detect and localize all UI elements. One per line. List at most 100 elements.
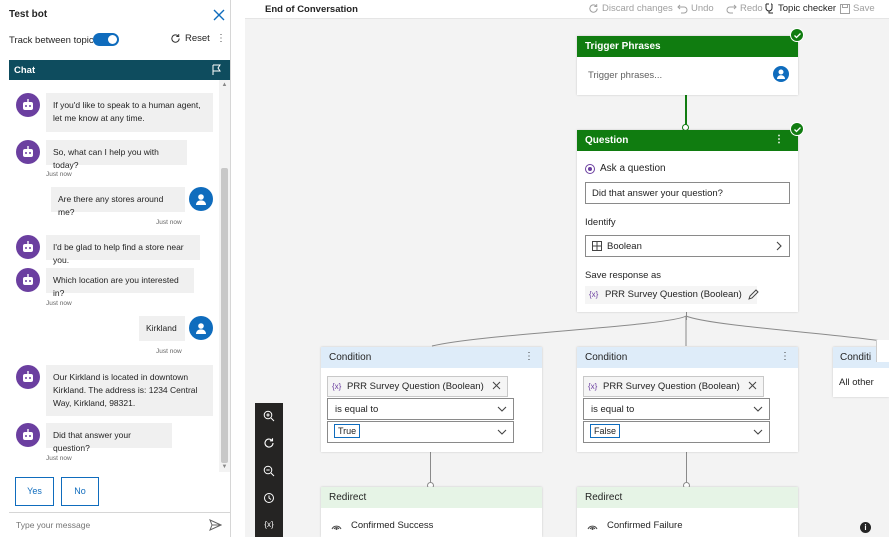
- user-icon: [773, 66, 789, 82]
- redo-icon: [726, 4, 737, 14]
- remove-icon[interactable]: [748, 381, 757, 390]
- chat-label: Chat: [14, 65, 36, 76]
- flag-icon[interactable]: [211, 64, 222, 76]
- variable-icon: {x}: [588, 382, 598, 391]
- bot-avatar-icon: [16, 423, 40, 447]
- chevron-down-icon: [497, 406, 507, 412]
- condition-node-header: Condition ⋮: [577, 347, 798, 368]
- history-icon[interactable]: [263, 492, 275, 504]
- chevron-down-icon: [497, 429, 507, 435]
- undo-button[interactable]: Undo: [677, 3, 714, 14]
- condition-node-true[interactable]: Condition ⋮ {x} PRR Survey Question (Bool…: [321, 347, 542, 452]
- edit-pencil-icon[interactable]: [747, 289, 759, 301]
- bot-avatar-icon: [16, 268, 40, 292]
- scroll-up-arrow[interactable]: ▲: [221, 82, 228, 88]
- trigger-phrases-placeholder[interactable]: Trigger phrases...: [588, 70, 662, 81]
- chevron-down-icon: [753, 406, 763, 412]
- chat-message: Kirkland: [139, 316, 185, 341]
- value-select[interactable]: True: [327, 421, 514, 443]
- question-node[interactable]: Question ⋮ Ask a question Did that answer…: [577, 130, 798, 312]
- page-title: End of Conversation: [265, 4, 358, 15]
- question-prompt-field[interactable]: Did that answer your question?: [585, 182, 790, 204]
- chat-message: If you'd like to speak to a human agent,…: [46, 93, 213, 132]
- track-topics-toggle[interactable]: [93, 33, 119, 46]
- redirect-icon: [330, 519, 343, 531]
- operator-select[interactable]: is equal to: [583, 398, 770, 420]
- redirect-node-success[interactable]: Redirect Confirmed Success: [321, 487, 542, 537]
- user-avatar-icon: [189, 187, 213, 211]
- topic-checker-button[interactable]: Topic checker: [765, 3, 836, 14]
- chat-message: So, what can I help you with today?: [46, 140, 187, 170]
- valid-check-icon: [790, 122, 804, 136]
- message-timestamp: Just now: [46, 171, 72, 178]
- valid-check-icon: [790, 28, 804, 42]
- operator-select[interactable]: is equal to: [327, 398, 514, 420]
- save-icon: [840, 3, 850, 14]
- condition-variable-chip[interactable]: {x} PRR Survey Question (Boolean): [583, 376, 764, 397]
- reset-view-icon[interactable]: [263, 437, 275, 449]
- panel-title: Test bot: [9, 9, 48, 20]
- more-options-icon[interactable]: ⋮: [216, 33, 226, 44]
- track-topics-label: Track between topics: [9, 35, 99, 46]
- zoom-out-icon[interactable]: [263, 465, 275, 477]
- discard-icon: [588, 3, 599, 14]
- reset-label: Reset: [185, 33, 210, 44]
- message-input[interactable]: [16, 520, 196, 530]
- bot-avatar-icon: [16, 93, 40, 117]
- canvas-scroll-edge[interactable]: [876, 340, 889, 362]
- more-options-icon[interactable]: ⋮: [780, 351, 790, 362]
- more-options-icon[interactable]: ⋮: [524, 351, 534, 362]
- send-icon[interactable]: [209, 519, 222, 531]
- chevron-right-icon: [776, 241, 782, 251]
- info-icon[interactable]: i: [860, 522, 871, 533]
- variables-icon[interactable]: {x}: [259, 520, 279, 529]
- chat-header: Chat: [9, 60, 230, 80]
- bot-avatar-icon: [16, 235, 40, 259]
- bot-avatar-icon: [16, 140, 40, 164]
- remove-icon[interactable]: [492, 381, 501, 390]
- question-node-header: Question ⋮: [577, 130, 798, 151]
- message-timestamp: Just now: [156, 348, 182, 355]
- reset-button[interactable]: Reset: [170, 33, 210, 44]
- choice-no-button[interactable]: No: [61, 477, 99, 506]
- trigger-node[interactable]: Trigger Phrases Trigger phrases...: [577, 36, 798, 95]
- condition-variable-chip[interactable]: {x} PRR Survey Question (Boolean): [327, 376, 508, 397]
- close-icon[interactable]: [212, 8, 226, 22]
- response-variable-chip[interactable]: {x} PRR Survey Question (Boolean): [585, 286, 757, 304]
- chevron-down-icon: [753, 429, 763, 435]
- refresh-icon: [170, 33, 181, 44]
- variable-icon: {x}: [589, 290, 599, 299]
- redirect-target[interactable]: Confirmed Success: [330, 519, 433, 531]
- ask-question-radio[interactable]: [585, 164, 595, 174]
- redirect-node-header: Redirect: [321, 487, 542, 508]
- trigger-node-header: Trigger Phrases: [577, 36, 798, 57]
- value-select[interactable]: False: [583, 421, 770, 443]
- redirect-node-failure[interactable]: Redirect Confirmed Failure: [577, 487, 798, 537]
- chat-message: I'd be glad to help find a store near yo…: [46, 235, 200, 265]
- message-timestamp: Just now: [46, 455, 72, 462]
- redirect-node-header: Redirect: [577, 487, 798, 508]
- identify-select[interactable]: Boolean: [585, 235, 790, 257]
- ask-question-label: Ask a question: [600, 163, 666, 174]
- grid-icon: [592, 241, 602, 251]
- save-button[interactable]: Save: [840, 3, 875, 14]
- chat-message: Our Kirkland is located in downtown Kirk…: [46, 365, 213, 416]
- condition-node-header: Condition ⋮: [321, 347, 542, 368]
- more-options-icon[interactable]: ⋮: [774, 134, 784, 145]
- bot-avatar-icon: [16, 365, 40, 389]
- redirect-target[interactable]: Confirmed Failure: [586, 519, 683, 531]
- choice-yes-button[interactable]: Yes: [15, 477, 54, 506]
- identify-label: Identify: [585, 217, 616, 228]
- scroll-down-arrow[interactable]: ▼: [221, 464, 228, 470]
- topic-checker-icon: [765, 3, 775, 14]
- chat-scroll-thumb[interactable]: [221, 168, 228, 463]
- zoom-in-icon[interactable]: [263, 410, 275, 422]
- chat-message: Are there any stores around me?: [51, 187, 185, 217]
- redo-button[interactable]: Redo: [726, 3, 763, 14]
- message-timestamp: Just now: [46, 300, 72, 307]
- all-other-label: All other: [839, 377, 874, 388]
- discard-changes-button[interactable]: Discard changes: [588, 3, 673, 14]
- undo-icon: [677, 4, 688, 14]
- user-avatar-icon: [189, 316, 213, 340]
- condition-node-false[interactable]: Condition ⋮ {x} PRR Survey Question (Bool…: [577, 347, 798, 452]
